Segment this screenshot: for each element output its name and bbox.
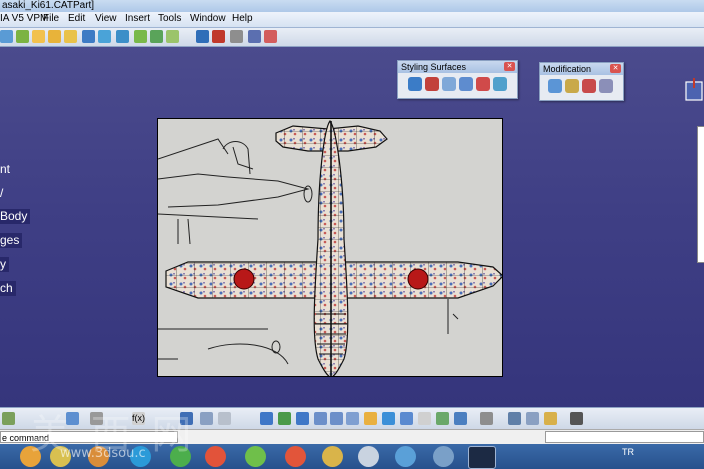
bottom-toolbar: f(x) — [0, 407, 704, 430]
tree-icon[interactable] — [200, 412, 213, 425]
tree-item-images[interactable]: ges — [0, 233, 23, 248]
dimension-icon[interactable] — [508, 412, 521, 425]
menu-edit[interactable]: Edit — [68, 13, 85, 24]
app-icon-tool[interactable] — [433, 446, 454, 467]
spec-panel-edge — [697, 126, 704, 263]
window-title: asaki_Ki61.CATPart] — [2, 0, 95, 11]
normal-view-icon[interactable] — [346, 412, 359, 425]
menu-help[interactable]: Help — [232, 13, 253, 24]
extrapolate-icon[interactable] — [582, 79, 596, 93]
offset-icon[interactable] — [134, 30, 147, 43]
system-tray: TR — [622, 447, 634, 457]
formula-icon[interactable]: f(x) — [132, 412, 145, 425]
watermark-url: www.3dsou.c — [60, 446, 146, 461]
menu-window[interactable]: Window — [190, 13, 226, 24]
trim-icon[interactable] — [196, 30, 209, 43]
app-icon-red[interactable] — [285, 446, 306, 467]
measure-icon[interactable] — [2, 412, 15, 425]
app-icon-disc[interactable] — [358, 446, 379, 467]
menu-file[interactable]: File — [43, 13, 59, 24]
table-icon[interactable] — [180, 412, 193, 425]
sweep-icon[interactable] — [48, 30, 61, 43]
close-icon[interactable]: ✕ — [610, 64, 621, 73]
extrude-icon[interactable] — [16, 30, 29, 43]
styling-surfaces-header[interactable]: Styling Surfaces ✕ — [398, 61, 517, 73]
pan-icon[interactable] — [278, 412, 291, 425]
lock-icon[interactable] — [218, 412, 231, 425]
multi-view-icon[interactable] — [382, 412, 395, 425]
close-icon[interactable]: ✕ — [504, 62, 515, 71]
sketch-icon[interactable] — [0, 30, 13, 43]
top-toolbar — [0, 28, 704, 47]
curve-icon[interactable] — [248, 30, 261, 43]
menu-bar: IA V5 VPM File Edit View Insert Tools Wi… — [0, 12, 704, 28]
aircraft-blueprint — [158, 119, 502, 376]
modification-header[interactable]: Modification ✕ — [540, 63, 623, 75]
iso-view-icon[interactable] — [400, 412, 413, 425]
material-icon[interactable] — [454, 412, 467, 425]
fit-all-icon[interactable] — [260, 412, 273, 425]
swap-icon[interactable] — [480, 412, 493, 425]
app-icon-player[interactable] — [322, 446, 343, 467]
window-title-bar: asaki_Ki61.CATPart] — [0, 0, 704, 12]
tree-item-planes[interactable]: / — [0, 186, 6, 201]
match-surface-icon[interactable] — [459, 77, 473, 91]
zoom-in-icon[interactable] — [314, 412, 327, 425]
copy-icon[interactable] — [90, 412, 103, 425]
reference-image-frame — [157, 118, 503, 377]
firefox-icon[interactable] — [205, 446, 226, 467]
compass-icon[interactable] — [684, 78, 704, 106]
tree-item-body[interactable]: Body — [0, 209, 31, 224]
revolve-icon[interactable] — [32, 30, 45, 43]
break-icon[interactable] — [599, 79, 613, 93]
match-icon[interactable] — [565, 79, 579, 93]
view-icon[interactable] — [364, 412, 377, 425]
fill-icon[interactable] — [98, 30, 111, 43]
split-icon[interactable] — [166, 30, 179, 43]
net-surface-icon[interactable] — [408, 77, 422, 91]
language-indicator[interactable]: TR — [622, 447, 634, 457]
tree-item-geometry[interactable]: y — [0, 257, 9, 272]
bulb-icon[interactable] — [544, 412, 557, 425]
render-icon[interactable] — [436, 412, 449, 425]
menu-insert[interactable]: Insert — [125, 13, 150, 24]
offset-surface-icon[interactable] — [493, 77, 507, 91]
spline-icon[interactable] — [264, 30, 277, 43]
control-points-icon[interactable] — [548, 79, 562, 93]
sweep-surface-icon[interactable] — [442, 77, 456, 91]
surface-icon[interactable] — [82, 30, 95, 43]
app-icon-bolt[interactable] — [395, 446, 416, 467]
blend-icon[interactable] — [116, 30, 129, 43]
menu-app-name[interactable]: IA V5 VPM — [0, 13, 48, 24]
modification-panel: Modification ✕ — [539, 62, 624, 101]
camera-icon[interactable] — [570, 412, 583, 425]
app-icon-globe[interactable] — [245, 446, 266, 467]
status-bar: e command — [0, 429, 704, 445]
menu-tools[interactable]: Tools — [158, 13, 181, 24]
join-icon[interactable] — [150, 30, 163, 43]
menu-view[interactable]: View — [95, 13, 117, 24]
catia-taskbar-icon[interactable] — [468, 446, 496, 469]
boundary-icon[interactable] — [212, 30, 225, 43]
modification-title: Modification — [543, 64, 592, 74]
zoom-out-icon[interactable] — [330, 412, 343, 425]
hide-show-icon[interactable] — [418, 412, 431, 425]
selection-icon[interactable] — [66, 412, 79, 425]
app-icon-explorer[interactable] — [20, 446, 41, 467]
loft-icon[interactable] — [64, 30, 77, 43]
command-input[interactable] — [545, 431, 704, 443]
rotate-icon[interactable] — [296, 412, 309, 425]
styling-surfaces-title: Styling Surfaces — [401, 62, 467, 72]
app-icon-green[interactable] — [170, 446, 191, 467]
extract-icon[interactable] — [230, 30, 243, 43]
blend-surface-icon[interactable] — [476, 77, 490, 91]
styling-surfaces-panel: Styling Surfaces ✕ — [397, 60, 518, 99]
command-prompt: e command — [0, 431, 178, 443]
tree-item-part[interactable]: nt — [0, 162, 13, 177]
fill-surface-icon[interactable] — [425, 77, 439, 91]
tree-item-sketch[interactable]: ch — [0, 281, 16, 296]
constraint-icon[interactable] — [526, 412, 539, 425]
